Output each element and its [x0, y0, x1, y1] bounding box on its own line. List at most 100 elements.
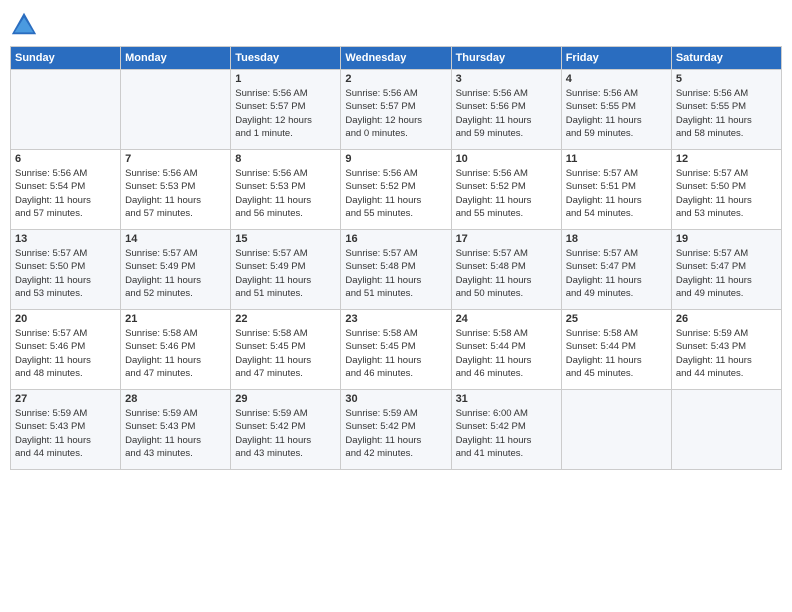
day-number: 3 — [456, 73, 557, 85]
calendar-cell: 9Sunrise: 5:56 AM Sunset: 5:52 PM Daylig… — [341, 150, 451, 230]
column-header-friday: Friday — [561, 47, 671, 70]
day-number: 23 — [345, 313, 446, 325]
day-info: Sunrise: 5:56 AM Sunset: 5:53 PM Dayligh… — [125, 167, 226, 220]
day-number: 30 — [345, 393, 446, 405]
calendar-cell: 25 Sunrise: 5:58 AM Sunset: 5:44 PM Dayli… — [561, 310, 671, 390]
calendar-cell: 14 Sunrise: 5:57 AM Sunset: 5:49 PM Dayli… — [121, 230, 231, 310]
day-number: 12 — [676, 153, 777, 165]
day-info: Sunrise: 5:57 AM Sunset: 5:46 PM Dayligh… — [15, 327, 116, 380]
day-number: 21 — [125, 313, 226, 325]
calendar-week-row: 1 Sunrise: 5:56 AM Sunset: 5:57 PM Daylig… — [11, 70, 782, 150]
day-info: Sunrise: 5:56 AM Sunset: 5:55 PM Dayligh… — [566, 87, 667, 140]
day-number: 4 — [566, 73, 667, 85]
day-info: Sunrise: 5:59 AM Sunset: 5:43 PM Dayligh… — [125, 407, 226, 460]
column-header-monday: Monday — [121, 47, 231, 70]
calendar-week-row: 13 Sunrise: 5:57 AM Sunset: 5:50 PM Dayli… — [11, 230, 782, 310]
calendar-cell: 13 Sunrise: 5:57 AM Sunset: 5:50 PM Dayli… — [11, 230, 121, 310]
calendar-week-row: 6 Sunrise: 5:56 AM Sunset: 5:54 PM Daylig… — [11, 150, 782, 230]
calendar-cell: 26 Sunrise: 5:59 AM Sunset: 5:43 PM Dayli… — [671, 310, 781, 390]
day-info: Sunrise: 5:59 AM Sunset: 5:42 PM Dayligh… — [235, 407, 336, 460]
calendar-cell: 8 Sunrise: 5:56 AM Sunset: 5:53 PM Daylig… — [231, 150, 341, 230]
calendar-cell: 4 Sunrise: 5:56 AM Sunset: 5:55 PM Daylig… — [561, 70, 671, 150]
calendar-cell: 20 Sunrise: 5:57 AM Sunset: 5:46 PM Dayli… — [11, 310, 121, 390]
column-header-sunday: Sunday — [11, 47, 121, 70]
calendar-cell: 28 Sunrise: 5:59 AM Sunset: 5:43 PM Dayli… — [121, 390, 231, 470]
calendar-cell: 19Sunrise: 5:57 AM Sunset: 5:47 PM Dayli… — [671, 230, 781, 310]
day-number: 17 — [456, 233, 557, 245]
day-info: Sunrise: 5:59 AM Sunset: 5:42 PM Dayligh… — [345, 407, 446, 460]
logo — [10, 10, 42, 38]
calendar-week-row: 27 Sunrise: 5:59 AM Sunset: 5:43 PM Dayli… — [11, 390, 782, 470]
calendar-header-row: SundayMondayTuesdayWednesdayThursdayFrid… — [11, 47, 782, 70]
calendar-cell: 23 Sunrise: 5:58 AM Sunset: 5:45 PM Dayli… — [341, 310, 451, 390]
calendar-cell: 11 Sunrise: 5:57 AM Sunset: 5:51 PM Dayli… — [561, 150, 671, 230]
day-number: 1 — [235, 73, 336, 85]
day-info: Sunrise: 5:58 AM Sunset: 5:44 PM Dayligh… — [456, 327, 557, 380]
day-number: 11 — [566, 153, 667, 165]
calendar-cell: 24Sunrise: 5:58 AM Sunset: 5:44 PM Dayli… — [451, 310, 561, 390]
day-info: Sunrise: 5:57 AM Sunset: 5:47 PM Dayligh… — [566, 247, 667, 300]
day-info: Sunrise: 5:56 AM Sunset: 5:57 PM Dayligh… — [235, 87, 336, 140]
day-info: Sunrise: 5:57 AM Sunset: 5:50 PM Dayligh… — [15, 247, 116, 300]
calendar-cell — [561, 390, 671, 470]
calendar-cell: 31 Sunrise: 6:00 AM Sunset: 5:42 PM Dayli… — [451, 390, 561, 470]
day-number: 2 — [345, 73, 446, 85]
calendar-cell: 15 Sunrise: 5:57 AM Sunset: 5:49 PM Dayli… — [231, 230, 341, 310]
day-info: Sunrise: 5:58 AM Sunset: 5:44 PM Dayligh… — [566, 327, 667, 380]
calendar-cell: 3 Sunrise: 5:56 AM Sunset: 5:56 PM Daylig… — [451, 70, 561, 150]
calendar-cell: 10 Sunrise: 5:56 AM Sunset: 5:52 PM Dayli… — [451, 150, 561, 230]
calendar-cell — [11, 70, 121, 150]
day-number: 28 — [125, 393, 226, 405]
calendar-cell: 17 Sunrise: 5:57 AM Sunset: 5:48 PM Dayli… — [451, 230, 561, 310]
day-number: 19 — [676, 233, 777, 245]
day-number: 15 — [235, 233, 336, 245]
calendar-cell: 21 Sunrise: 5:58 AM Sunset: 5:46 PM Dayli… — [121, 310, 231, 390]
day-number: 10 — [456, 153, 557, 165]
day-info: Sunrise: 6:00 AM Sunset: 5:42 PM Dayligh… — [456, 407, 557, 460]
day-info: Sunrise: 5:57 AM Sunset: 5:51 PM Dayligh… — [566, 167, 667, 220]
day-info: Sunrise: 5:56 AM Sunset: 5:53 PM Dayligh… — [235, 167, 336, 220]
calendar-cell: 1 Sunrise: 5:56 AM Sunset: 5:57 PM Daylig… — [231, 70, 341, 150]
day-info: Sunrise: 5:56 AM Sunset: 5:52 PM Dayligh… — [456, 167, 557, 220]
day-info: Sunrise: 5:57 AM Sunset: 5:48 PM Dayligh… — [345, 247, 446, 300]
day-info: Sunrise: 5:57 AM Sunset: 5:50 PM Dayligh… — [676, 167, 777, 220]
day-info: Sunrise: 5:56 AM Sunset: 5:54 PM Dayligh… — [15, 167, 116, 220]
day-info: Sunrise: 5:59 AM Sunset: 5:43 PM Dayligh… — [15, 407, 116, 460]
day-info: Sunrise: 5:58 AM Sunset: 5:46 PM Dayligh… — [125, 327, 226, 380]
calendar-cell — [671, 390, 781, 470]
calendar-cell: 29 Sunrise: 5:59 AM Sunset: 5:42 PM Dayli… — [231, 390, 341, 470]
day-number: 14 — [125, 233, 226, 245]
column-header-wednesday: Wednesday — [341, 47, 451, 70]
day-number: 16 — [345, 233, 446, 245]
day-info: Sunrise: 5:57 AM Sunset: 5:48 PM Dayligh… — [456, 247, 557, 300]
logo-icon — [10, 10, 38, 38]
calendar-cell: 22 Sunrise: 5:58 AM Sunset: 5:45 PM Dayli… — [231, 310, 341, 390]
day-number: 22 — [235, 313, 336, 325]
day-info: Sunrise: 5:58 AM Sunset: 5:45 PM Dayligh… — [235, 327, 336, 380]
day-number: 6 — [15, 153, 116, 165]
calendar-table: SundayMondayTuesdayWednesdayThursdayFrid… — [10, 46, 782, 470]
column-header-tuesday: Tuesday — [231, 47, 341, 70]
day-number: 13 — [15, 233, 116, 245]
day-info: Sunrise: 5:57 AM Sunset: 5:49 PM Dayligh… — [125, 247, 226, 300]
column-header-thursday: Thursday — [451, 47, 561, 70]
day-number: 8 — [235, 153, 336, 165]
day-number: 20 — [15, 313, 116, 325]
calendar-cell: 6 Sunrise: 5:56 AM Sunset: 5:54 PM Daylig… — [11, 150, 121, 230]
calendar-cell: 2Sunrise: 5:56 AM Sunset: 5:57 PM Daylig… — [341, 70, 451, 150]
day-info: Sunrise: 5:56 AM Sunset: 5:55 PM Dayligh… — [676, 87, 777, 140]
day-number: 29 — [235, 393, 336, 405]
calendar-week-row: 20 Sunrise: 5:57 AM Sunset: 5:46 PM Dayli… — [11, 310, 782, 390]
column-header-saturday: Saturday — [671, 47, 781, 70]
day-info: Sunrise: 5:58 AM Sunset: 5:45 PM Dayligh… — [345, 327, 446, 380]
day-number: 27 — [15, 393, 116, 405]
page-header — [10, 10, 782, 38]
day-info: Sunrise: 5:56 AM Sunset: 5:56 PM Dayligh… — [456, 87, 557, 140]
day-number: 31 — [456, 393, 557, 405]
day-number: 26 — [676, 313, 777, 325]
day-number: 25 — [566, 313, 667, 325]
day-info: Sunrise: 5:57 AM Sunset: 5:49 PM Dayligh… — [235, 247, 336, 300]
day-info: Sunrise: 5:59 AM Sunset: 5:43 PM Dayligh… — [676, 327, 777, 380]
calendar-cell: 18Sunrise: 5:57 AM Sunset: 5:47 PM Dayli… — [561, 230, 671, 310]
calendar-cell: 12 Sunrise: 5:57 AM Sunset: 5:50 PM Dayli… — [671, 150, 781, 230]
